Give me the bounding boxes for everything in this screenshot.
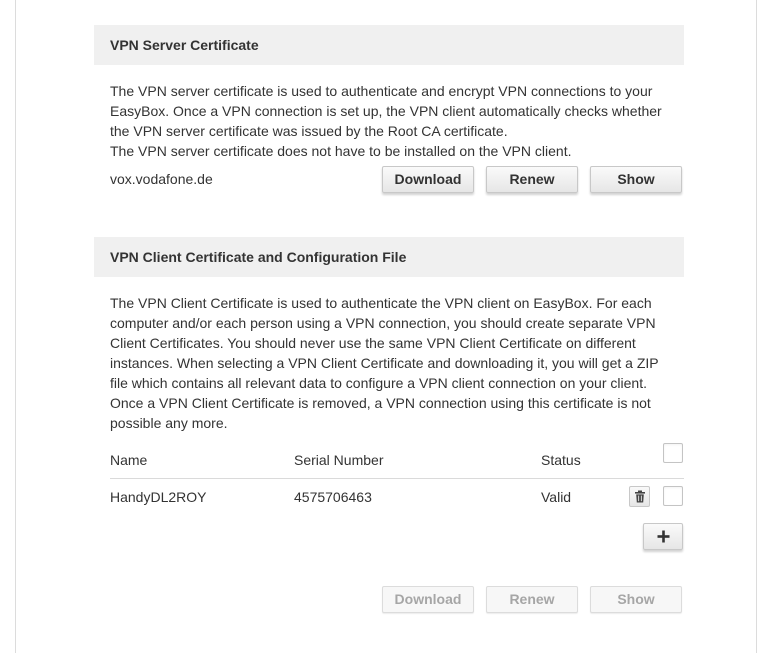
client-renew-button[interactable]: Renew [486, 586, 578, 613]
server-cert-description-line: the VPN server certificate was issued by… [110, 123, 508, 139]
client-show-button[interactable]: Show [590, 586, 682, 613]
server-cert-description-line: EasyBox. Once a VPN connection is set up… [110, 103, 662, 119]
server-cert-description: The VPN server certificate is used to au… [110, 81, 680, 161]
plus-icon [657, 530, 669, 543]
client-download-button[interactable]: Download [382, 586, 474, 613]
client-cert-description-line: instances. When selecting a VPN Client C… [110, 355, 659, 371]
row-select-checkbox[interactable] [663, 486, 683, 506]
client-cert-description-line: possible any more. [110, 415, 228, 431]
add-certificate-button[interactable] [643, 523, 683, 550]
server-download-button[interactable]: Download [382, 166, 474, 193]
server-renew-button[interactable]: Renew [486, 166, 578, 193]
client-cert-description-line: file which contains all relevant data to… [110, 375, 647, 391]
client-cert-description-line: Once a VPN Client Certificate is removed… [110, 395, 651, 411]
cert-status-cell: Valid [541, 489, 572, 505]
content-frame-right-border [756, 0, 757, 653]
server-cert-section-title: VPN Server Certificate [94, 25, 684, 65]
server-hostname: vox.vodafone.de [110, 171, 213, 187]
select-all-checkbox[interactable] [663, 443, 683, 463]
server-cert-description-line: The VPN server certificate is used to au… [110, 83, 653, 99]
client-cert-section-title: VPN Client Certificate and Configuration… [94, 237, 684, 277]
column-header-status: Status [541, 452, 581, 468]
delete-certificate-button[interactable] [629, 486, 650, 507]
cert-name-cell: HandyDL2ROY [110, 489, 207, 505]
table-header-divider [110, 478, 684, 479]
server-show-button[interactable]: Show [590, 166, 682, 193]
server-cert-description-line: The VPN server certificate does not have… [110, 143, 572, 159]
trash-icon [634, 490, 645, 503]
client-cert-description-line: computer and/or each person using a VPN … [110, 315, 656, 331]
client-cert-description: The VPN Client Certificate is used to au… [110, 293, 680, 433]
client-cert-description-line: Client Certificates. You should never us… [110, 335, 636, 351]
client-cert-description-line: The VPN Client Certificate is used to au… [110, 295, 652, 311]
cert-serial-cell: 4575706463 [294, 489, 372, 505]
content-frame-left-border [15, 0, 16, 653]
column-header-name: Name [110, 452, 148, 468]
column-header-serial-number: Serial Number [294, 452, 384, 468]
